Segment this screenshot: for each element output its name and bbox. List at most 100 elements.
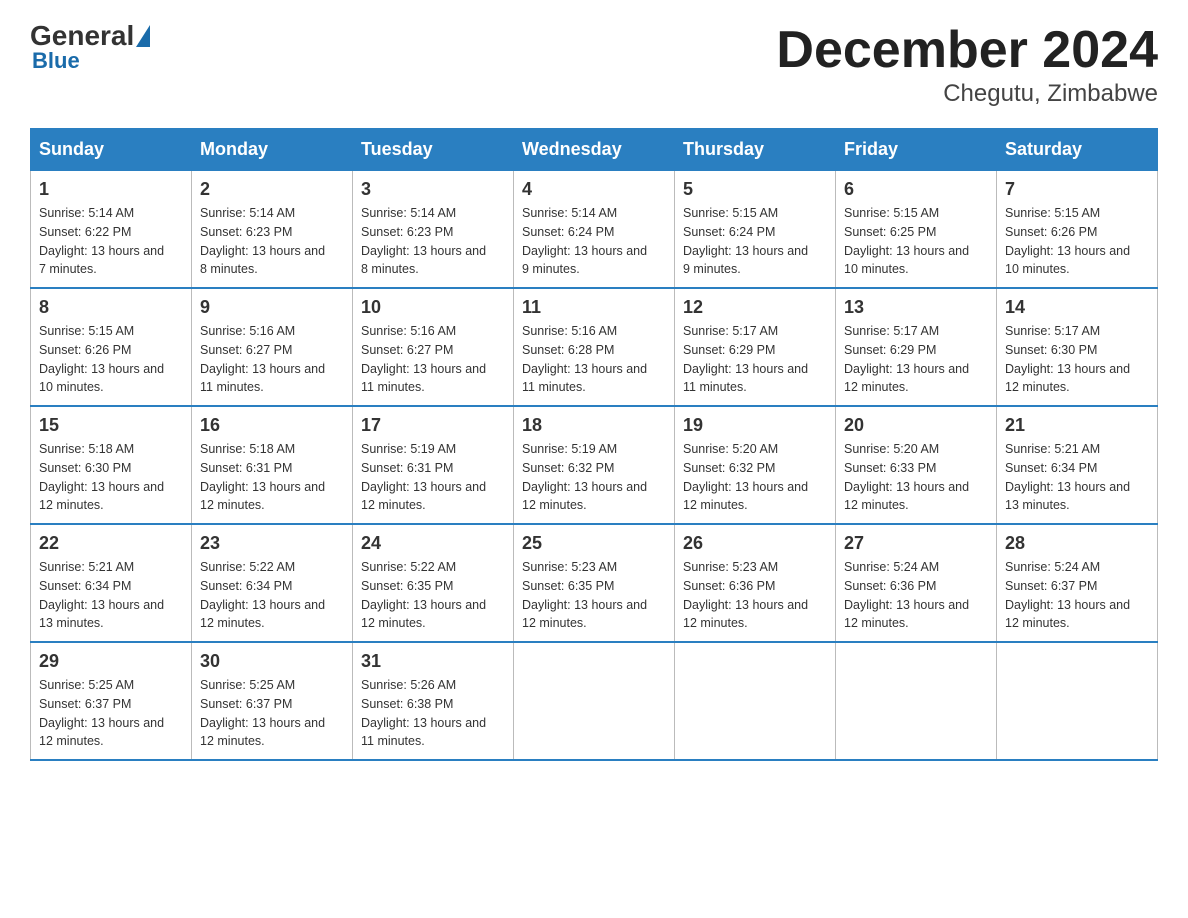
calendar-cell: 28 Sunrise: 5:24 AMSunset: 6:37 PMDayligh… — [997, 524, 1158, 642]
calendar-week-4: 22 Sunrise: 5:21 AMSunset: 6:34 PMDayligh… — [31, 524, 1158, 642]
day-number: 28 — [1005, 533, 1149, 554]
day-info: Sunrise: 5:17 AMSunset: 6:29 PMDaylight:… — [844, 322, 988, 397]
day-number: 19 — [683, 415, 827, 436]
day-number: 10 — [361, 297, 505, 318]
calendar-cell: 5Sunrise: 5:15 AMSunset: 6:24 PMDaylight… — [675, 171, 836, 289]
calendar-cell: 31 Sunrise: 5:26 AMSunset: 6:38 PMDayligh… — [353, 642, 514, 760]
day-number: 9 — [200, 297, 344, 318]
day-info: Sunrise: 5:23 AMSunset: 6:36 PMDaylight:… — [683, 558, 827, 633]
day-info: Sunrise: 5:26 AMSunset: 6:38 PMDaylight:… — [361, 676, 505, 751]
calendar-cell: 8Sunrise: 5:15 AMSunset: 6:26 PMDaylight… — [31, 288, 192, 406]
day-number: 31 — [361, 651, 505, 672]
logo-triangle-icon — [136, 25, 150, 47]
calendar-header-row: SundayMondayTuesdayWednesdayThursdayFrid… — [31, 129, 1158, 171]
logo: General Blue — [30, 20, 152, 74]
calendar-cell: 6 Sunrise: 5:15 AMSunset: 6:25 PMDaylight… — [836, 171, 997, 289]
calendar-cell: 18Sunrise: 5:19 AMSunset: 6:32 PMDayligh… — [514, 406, 675, 524]
day-info: Sunrise: 5:24 AMSunset: 6:36 PMDaylight:… — [844, 558, 988, 633]
day-info: Sunrise: 5:20 AMSunset: 6:33 PMDaylight:… — [844, 440, 988, 515]
calendar-cell: 4Sunrise: 5:14 AMSunset: 6:24 PMDaylight… — [514, 171, 675, 289]
day-number: 6 — [844, 179, 988, 200]
day-info: Sunrise: 5:24 AMSunset: 6:37 PMDaylight:… — [1005, 558, 1149, 633]
day-number: 16 — [200, 415, 344, 436]
calendar-cell: 29 Sunrise: 5:25 AMSunset: 6:37 PMDayligh… — [31, 642, 192, 760]
calendar-cell: 11Sunrise: 5:16 AMSunset: 6:28 PMDayligh… — [514, 288, 675, 406]
day-number: 26 — [683, 533, 827, 554]
day-info: Sunrise: 5:18 AMSunset: 6:31 PMDaylight:… — [200, 440, 344, 515]
calendar-cell: 14 Sunrise: 5:17 AMSunset: 6:30 PMDayligh… — [997, 288, 1158, 406]
day-number: 14 — [1005, 297, 1149, 318]
calendar-cell: 20 Sunrise: 5:20 AMSunset: 6:33 PMDayligh… — [836, 406, 997, 524]
day-info: Sunrise: 5:16 AMSunset: 6:28 PMDaylight:… — [522, 322, 666, 397]
calendar-cell: 30 Sunrise: 5:25 AMSunset: 6:37 PMDayligh… — [192, 642, 353, 760]
calendar-header-wednesday: Wednesday — [514, 129, 675, 171]
calendar-table: SundayMondayTuesdayWednesdayThursdayFrid… — [30, 128, 1158, 761]
day-number: 22 — [39, 533, 183, 554]
calendar-cell: 12Sunrise: 5:17 AMSunset: 6:29 PMDayligh… — [675, 288, 836, 406]
calendar-cell: 17Sunrise: 5:19 AMSunset: 6:31 PMDayligh… — [353, 406, 514, 524]
calendar-header-monday: Monday — [192, 129, 353, 171]
day-info: Sunrise: 5:20 AMSunset: 6:32 PMDaylight:… — [683, 440, 827, 515]
calendar-week-5: 29 Sunrise: 5:25 AMSunset: 6:37 PMDayligh… — [31, 642, 1158, 760]
day-info: Sunrise: 5:23 AMSunset: 6:35 PMDaylight:… — [522, 558, 666, 633]
day-number: 30 — [200, 651, 344, 672]
day-info: Sunrise: 5:16 AMSunset: 6:27 PMDaylight:… — [200, 322, 344, 397]
calendar-cell: 1 Sunrise: 5:14 AMSunset: 6:22 PMDaylight… — [31, 171, 192, 289]
calendar-cell: 27 Sunrise: 5:24 AMSunset: 6:36 PMDayligh… — [836, 524, 997, 642]
day-number: 1 — [39, 179, 183, 200]
calendar-week-2: 8Sunrise: 5:15 AMSunset: 6:26 PMDaylight… — [31, 288, 1158, 406]
day-number: 8 — [39, 297, 183, 318]
calendar-cell: 21 Sunrise: 5:21 AMSunset: 6:34 PMDayligh… — [997, 406, 1158, 524]
day-info: Sunrise: 5:22 AMSunset: 6:35 PMDaylight:… — [361, 558, 505, 633]
calendar-cell: 3 Sunrise: 5:14 AMSunset: 6:23 PMDaylight… — [353, 171, 514, 289]
calendar-week-1: 1 Sunrise: 5:14 AMSunset: 6:22 PMDaylight… — [31, 171, 1158, 289]
calendar-cell: 13 Sunrise: 5:17 AMSunset: 6:29 PMDayligh… — [836, 288, 997, 406]
day-info: Sunrise: 5:14 AMSunset: 6:23 PMDaylight:… — [200, 204, 344, 279]
day-number: 2 — [200, 179, 344, 200]
day-info: Sunrise: 5:14 AMSunset: 6:22 PMDaylight:… — [39, 204, 183, 279]
day-number: 12 — [683, 297, 827, 318]
day-number: 5 — [683, 179, 827, 200]
calendar-cell: 26 Sunrise: 5:23 AMSunset: 6:36 PMDayligh… — [675, 524, 836, 642]
day-number: 13 — [844, 297, 988, 318]
day-info: Sunrise: 5:14 AMSunset: 6:23 PMDaylight:… — [361, 204, 505, 279]
day-info: Sunrise: 5:15 AMSunset: 6:26 PMDaylight:… — [1005, 204, 1149, 279]
calendar-cell: 22 Sunrise: 5:21 AMSunset: 6:34 PMDayligh… — [31, 524, 192, 642]
day-number: 15 — [39, 415, 183, 436]
calendar-cell — [997, 642, 1158, 760]
day-info: Sunrise: 5:17 AMSunset: 6:30 PMDaylight:… — [1005, 322, 1149, 397]
calendar-cell — [514, 642, 675, 760]
calendar-cell: 10Sunrise: 5:16 AMSunset: 6:27 PMDayligh… — [353, 288, 514, 406]
calendar-week-3: 15 Sunrise: 5:18 AMSunset: 6:30 PMDayligh… — [31, 406, 1158, 524]
calendar-cell: 25Sunrise: 5:23 AMSunset: 6:35 PMDayligh… — [514, 524, 675, 642]
day-number: 21 — [1005, 415, 1149, 436]
day-info: Sunrise: 5:15 AMSunset: 6:25 PMDaylight:… — [844, 204, 988, 279]
calendar-header-friday: Friday — [836, 129, 997, 171]
day-number: 29 — [39, 651, 183, 672]
day-number: 20 — [844, 415, 988, 436]
calendar-cell: 9 Sunrise: 5:16 AMSunset: 6:27 PMDaylight… — [192, 288, 353, 406]
calendar-cell: 15 Sunrise: 5:18 AMSunset: 6:30 PMDayligh… — [31, 406, 192, 524]
day-number: 3 — [361, 179, 505, 200]
day-number: 17 — [361, 415, 505, 436]
day-number: 4 — [522, 179, 666, 200]
day-info: Sunrise: 5:21 AMSunset: 6:34 PMDaylight:… — [1005, 440, 1149, 515]
day-info: Sunrise: 5:19 AMSunset: 6:32 PMDaylight:… — [522, 440, 666, 515]
calendar-header-thursday: Thursday — [675, 129, 836, 171]
day-info: Sunrise: 5:25 AMSunset: 6:37 PMDaylight:… — [39, 676, 183, 751]
calendar-cell — [675, 642, 836, 760]
day-number: 27 — [844, 533, 988, 554]
calendar-cell: 7Sunrise: 5:15 AMSunset: 6:26 PMDaylight… — [997, 171, 1158, 289]
calendar-header-sunday: Sunday — [31, 129, 192, 171]
day-info: Sunrise: 5:25 AMSunset: 6:37 PMDaylight:… — [200, 676, 344, 751]
day-info: Sunrise: 5:21 AMSunset: 6:34 PMDaylight:… — [39, 558, 183, 633]
day-info: Sunrise: 5:22 AMSunset: 6:34 PMDaylight:… — [200, 558, 344, 633]
calendar-cell: 23 Sunrise: 5:22 AMSunset: 6:34 PMDayligh… — [192, 524, 353, 642]
calendar-cell — [836, 642, 997, 760]
calendar-cell: 19 Sunrise: 5:20 AMSunset: 6:32 PMDayligh… — [675, 406, 836, 524]
day-number: 24 — [361, 533, 505, 554]
day-info: Sunrise: 5:18 AMSunset: 6:30 PMDaylight:… — [39, 440, 183, 515]
day-number: 23 — [200, 533, 344, 554]
logo-blue-text: Blue — [32, 48, 80, 74]
calendar-header-saturday: Saturday — [997, 129, 1158, 171]
